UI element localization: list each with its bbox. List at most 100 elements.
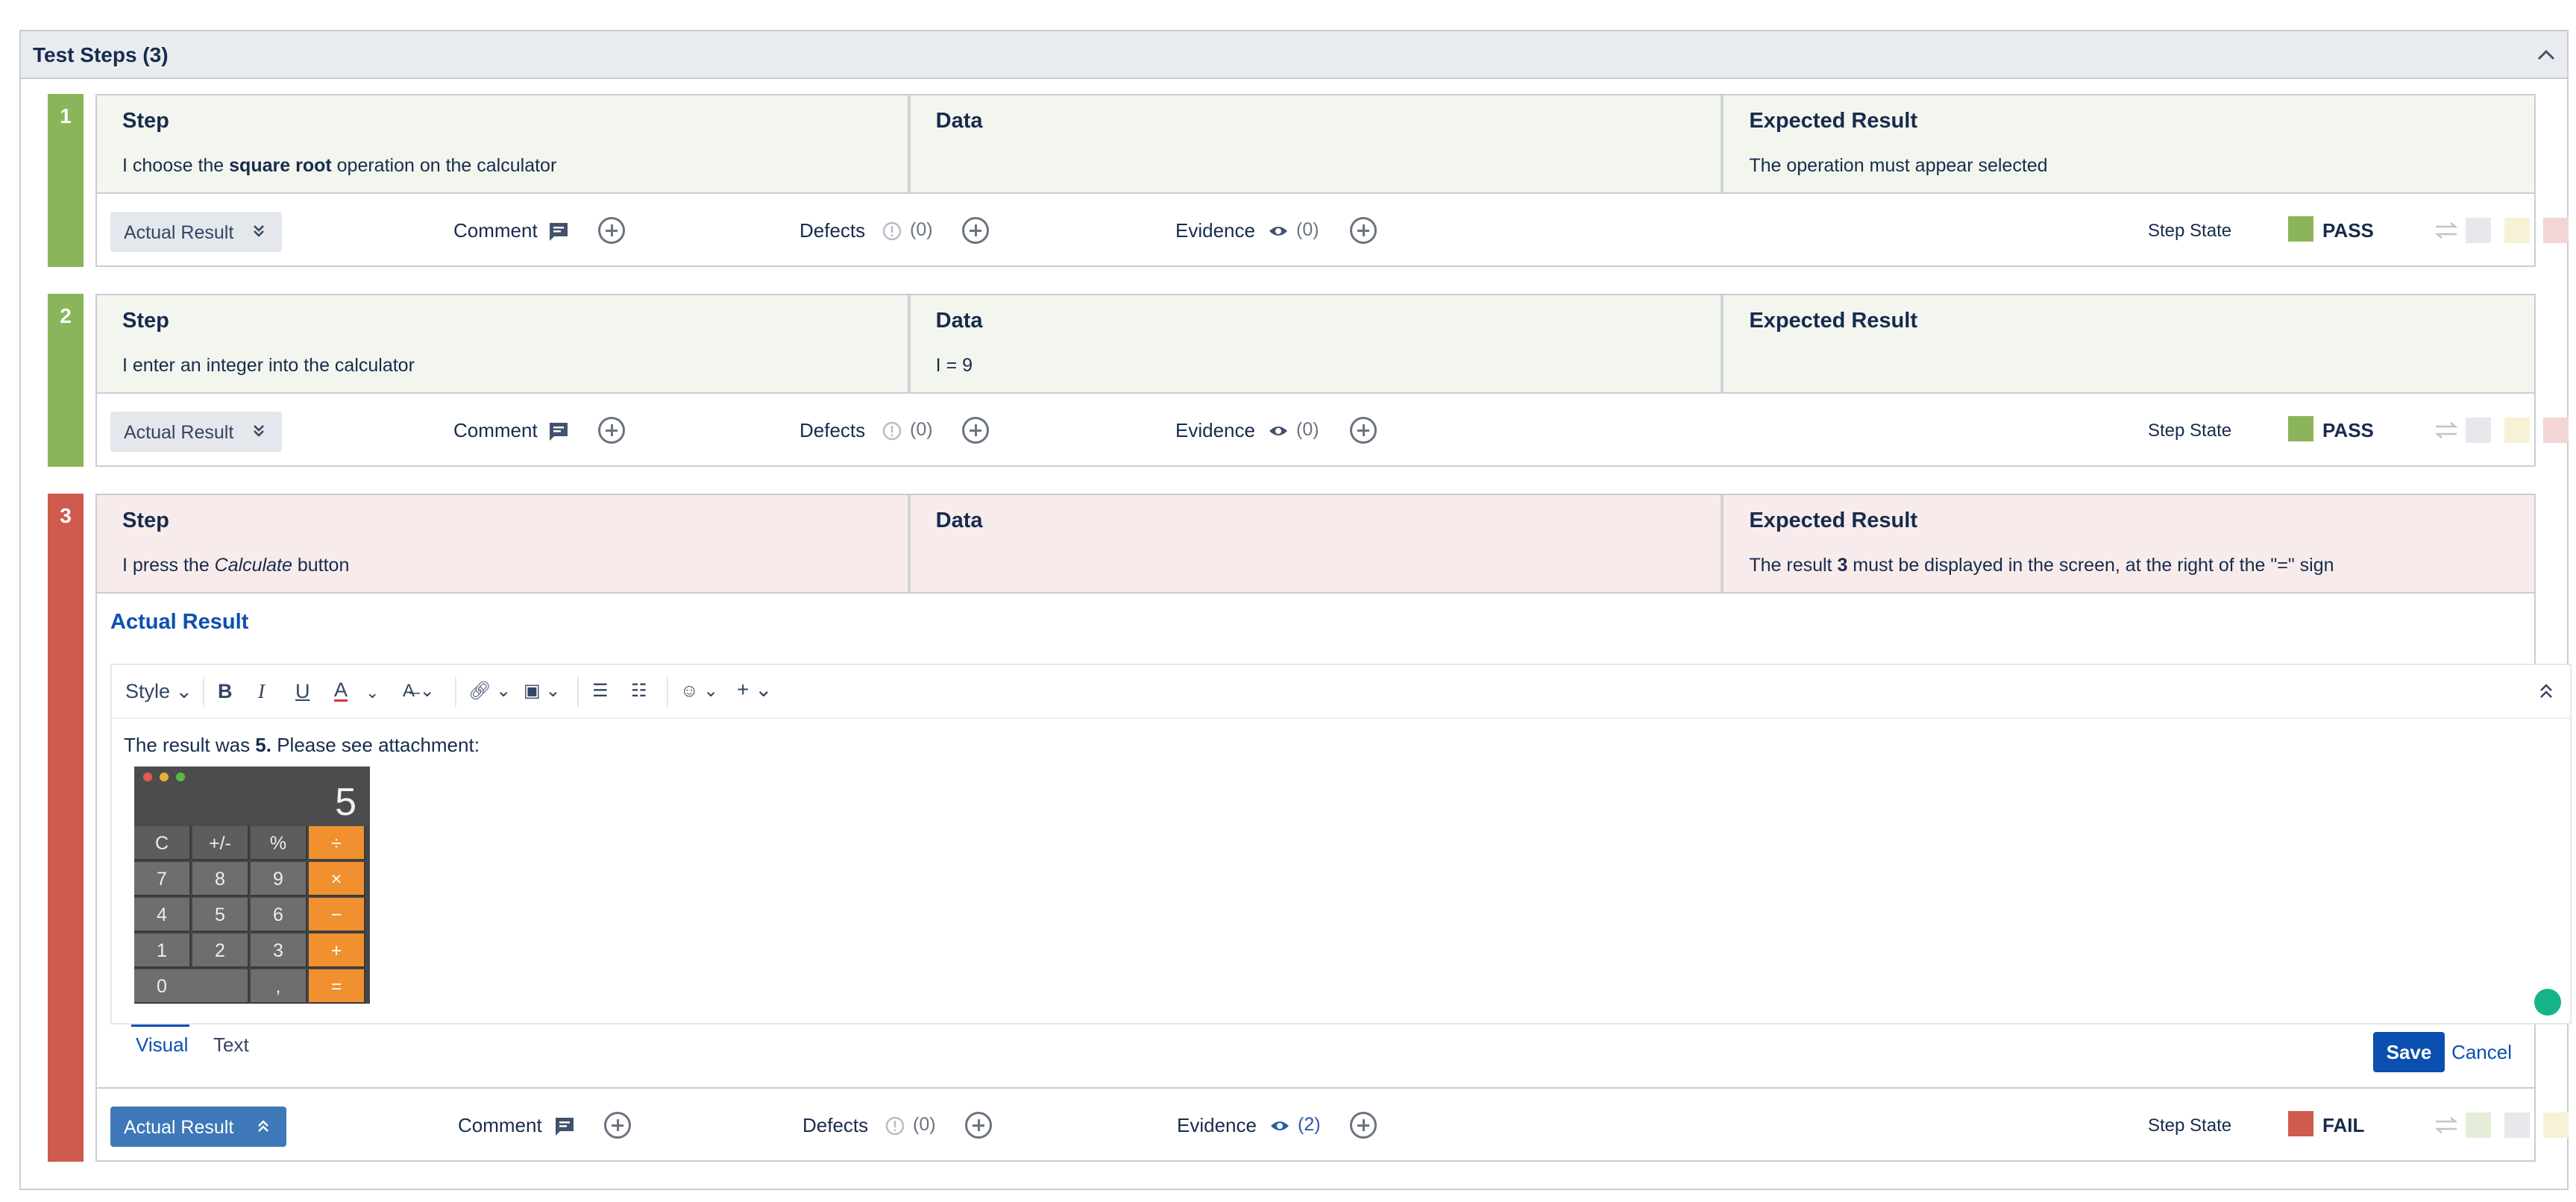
state-option-todo[interactable] [2466, 418, 2491, 443]
active-tab-indicator [131, 1025, 189, 1027]
link-icon[interactable]: 🔗︎ ⌄ [468, 680, 511, 702]
defects-label: Defects [799, 219, 866, 242]
state-option-pass[interactable] [2466, 1113, 2491, 1138]
maximize-dot-icon [176, 773, 185, 781]
calc-key: 0 [134, 969, 249, 1004]
actual-result-button[interactable]: Actual Result [110, 1107, 286, 1147]
close-dot-icon [143, 773, 152, 781]
expected-header: Expected Result [1749, 109, 1917, 133]
data-cell: Data I = 9 [911, 295, 1724, 392]
evidence-label: Evidence [1177, 1114, 1257, 1136]
swap-arrows-icon[interactable] [2433, 1116, 2460, 1135]
actual-result-button[interactable]: Actual Result [110, 412, 282, 452]
defects-count: (0) [910, 219, 933, 240]
toolbar-divider [577, 677, 579, 707]
evidence-label: Evidence [1175, 419, 1255, 441]
bullet-list-icon[interactable]: ☰ [592, 680, 609, 702]
calc-key: ÷ [309, 826, 365, 860]
style-dropdown[interactable]: Style ⌄ [125, 680, 192, 703]
add-comment-button[interactable] [598, 417, 625, 444]
swap-arrows-icon[interactable] [2433, 421, 2460, 440]
state-option-fail[interactable] [2543, 418, 2569, 443]
state-option-executing[interactable] [2543, 1113, 2569, 1138]
add-comment-button[interactable] [598, 217, 625, 244]
expected-text: The operation must appear selected [1749, 155, 2048, 176]
toolbar-divider [203, 677, 204, 707]
bold-icon[interactable]: B [218, 680, 233, 703]
calculator-screenshot[interactable]: 5 C +/- % ÷ 7 8 9 × 4 5 6 − 1 2 3 + 0 , … [134, 767, 370, 1004]
emoji-icon[interactable]: ☺ ⌄ [680, 680, 718, 702]
expected-header: Expected Result [1749, 309, 1917, 333]
info-icon [882, 421, 902, 441]
state-option-todo[interactable] [2466, 218, 2491, 243]
calculator-display-value: 5 [335, 781, 356, 824]
actual-result-button[interactable]: Actual Result [110, 212, 282, 252]
add-defect-button[interactable] [962, 217, 989, 244]
editor-toolbar: Style ⌄ B I U A ⌄ A̶ ⌄ 🔗︎ ⌄ ▣ ⌄ ☰ ☷ ☺ ⌄ … [112, 665, 2570, 719]
calc-key: × [309, 862, 365, 896]
comment-label: Comment [453, 219, 538, 242]
expected-cell: Expected Result [1724, 295, 2534, 392]
step-actions-bar: Actual Result Comment Defects (0) Eviden… [97, 1090, 2569, 1160]
add-defect-button[interactable] [962, 417, 989, 444]
rich-text-editor[interactable]: Style ⌄ B I U A ⌄ A̶ ⌄ 🔗︎ ⌄ ▣ ⌄ ☰ ☷ ☺ ⌄ … [110, 664, 2572, 1025]
save-button[interactable]: Save [2373, 1032, 2445, 1072]
collapse-toolbar-icon[interactable] [2539, 682, 2554, 701]
attachment-icon[interactable]: ▣ ⌄ [524, 680, 560, 702]
add-evidence-button[interactable] [1350, 1112, 1377, 1139]
add-evidence-button[interactable] [1350, 417, 1377, 444]
expected-text: The result 3 must be displayed in the sc… [1749, 555, 2334, 576]
data-cell: Data [911, 95, 1724, 192]
step-text: I press the Calculate button [122, 555, 350, 576]
defects-count: (0) [913, 1114, 936, 1135]
expected-cell: Expected Result The result 3 must be dis… [1724, 495, 2534, 592]
italic-icon[interactable]: I [258, 680, 265, 703]
defects-label: Defects [802, 1114, 869, 1136]
panel-title: Test Steps (3) [33, 43, 169, 66]
chevron-up-icon[interactable] [2536, 46, 2557, 64]
calculator-display: 5 [134, 767, 370, 826]
expected-cell: Expected Result The operation must appea… [1724, 95, 2534, 192]
state-option-todo[interactable] [2504, 1113, 2530, 1138]
defects-count: (0) [910, 419, 933, 440]
state-option-executing[interactable] [2504, 218, 2530, 243]
add-evidence-button[interactable] [1350, 217, 1377, 244]
data-header: Data [935, 509, 983, 532]
evidence-count[interactable]: (2) [1298, 1114, 1321, 1136]
comment-icon[interactable] [547, 221, 570, 243]
eye-icon [1271, 1121, 1289, 1130]
eye-icon [1269, 427, 1287, 435]
evidence-count: (0) [1296, 419, 1319, 440]
add-comment-button[interactable] [604, 1112, 631, 1139]
data-cell: Data [911, 495, 1724, 592]
add-defect-button[interactable] [965, 1112, 992, 1139]
underline-icon[interactable]: U [295, 680, 310, 703]
cancel-button[interactable]: Cancel [2451, 1041, 2512, 1064]
numbered-list-icon[interactable]: ☷ [631, 680, 647, 702]
test-step-1: 1 Step I choose the square root operatio… [48, 94, 2569, 267]
step-state-label: Step State [2148, 221, 2232, 241]
minimize-dot-icon [160, 773, 169, 781]
panel-header[interactable]: Test Steps (3) [21, 31, 2567, 79]
text-color-icon[interactable]: A [334, 680, 348, 702]
step-text: I enter an integer into the calculator [122, 355, 415, 376]
data-header: Data [935, 309, 983, 333]
calc-key: , [251, 969, 307, 1004]
state-option-fail[interactable] [2543, 218, 2569, 243]
tab-text[interactable]: Text [213, 1033, 249, 1057]
grammarly-icon[interactable] [2534, 989, 2561, 1016]
step-body: Step I press the Calculate button Data E… [95, 494, 2572, 1162]
clear-format-icon[interactable]: A̶ ⌄ [403, 680, 435, 702]
comment-icon[interactable] [553, 1116, 576, 1138]
chevron-down-icon[interactable]: ⌄ [365, 683, 379, 702]
step-actions-bar: Actual Result Comment Defects (0) Eviden… [97, 195, 2569, 265]
defects-label: Defects [799, 419, 866, 441]
insert-more-icon[interactable]: + ⌄ [737, 677, 773, 702]
toolbar-divider [667, 677, 668, 707]
state-option-executing[interactable] [2504, 418, 2530, 443]
tab-visual[interactable]: Visual [136, 1033, 188, 1057]
comment-icon[interactable] [547, 421, 570, 443]
eye-icon [1269, 227, 1287, 236]
calc-key: 3 [251, 934, 307, 968]
swap-arrows-icon[interactable] [2433, 221, 2460, 240]
